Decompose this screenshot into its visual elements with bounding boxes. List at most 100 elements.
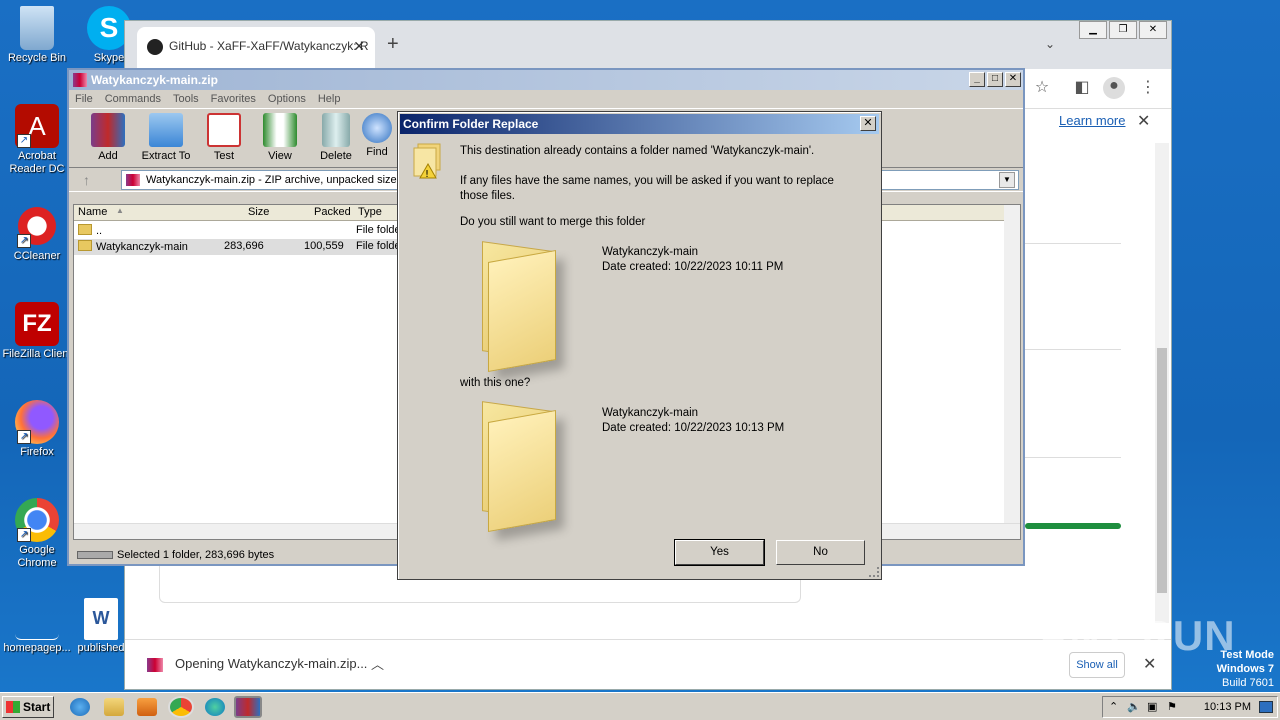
desktop-icon-firefox[interactable]: ↗ Firefox — [0, 400, 74, 459]
firefox-icon: ↗ — [15, 400, 59, 444]
download-item[interactable]: Opening Watykanczyk-main.zip... — [147, 656, 367, 672]
column-packed[interactable]: Packed — [314, 206, 351, 218]
winrar-taskbar-icon[interactable] — [234, 696, 262, 718]
network-icon[interactable]: ▣ — [1147, 697, 1157, 717]
desktop-icon-chrome[interactable]: ↗ Google Chrome — [0, 498, 74, 570]
menu-help[interactable]: Help — [318, 90, 341, 108]
infobar-close-icon[interactable]: ✕ — [1137, 111, 1150, 131]
menu-bar: File Commands Tools Favorites Options He… — [69, 90, 1023, 108]
column-size[interactable]: Size — [248, 206, 269, 218]
menu-options[interactable]: Options — [268, 90, 306, 108]
existing-folder-info: Watykanczyk-main Date created: 10/22/202… — [602, 245, 783, 275]
tray-expand-icon[interactable]: ⌃ — [1109, 697, 1118, 717]
incoming-folder-info: Watykanczyk-main Date created: 10/22/202… — [602, 406, 784, 436]
menu-tools[interactable]: Tools — [173, 90, 199, 108]
anyrun-watermark: ANY RUN — [1038, 612, 1236, 659]
toolbar-label: Add — [98, 150, 118, 162]
close-icon[interactable]: ✕ — [1139, 21, 1167, 39]
status-text: Selected 1 folder, 283,696 bytes — [117, 549, 275, 561]
desktop-icon-filezilla[interactable]: FZ FileZilla Client — [0, 302, 74, 361]
media-player-icon[interactable] — [137, 698, 157, 716]
bookmark-star-icon[interactable]: ☆ — [1031, 77, 1053, 99]
close-tab-icon[interactable]: ✕ — [353, 38, 365, 55]
toolbar-label: Extract To — [141, 150, 191, 162]
menu-file[interactable]: File — [75, 90, 93, 108]
menu-commands[interactable]: Commands — [105, 90, 161, 108]
volume-icon[interactable]: 🔈 — [1127, 697, 1141, 717]
incoming-folder-icon — [482, 401, 592, 532]
download-filename: Opening Watykanczyk-main.zip... — [175, 656, 368, 671]
tab-search-icon[interactable]: ⌄ — [1045, 37, 1055, 51]
chrome-window-controls: ▁ ❐ ✕ — [1077, 21, 1167, 39]
extract-to-button[interactable]: Extract To — [135, 113, 197, 162]
dialog-message: This destination already contains a fold… — [460, 145, 815, 157]
chevron-up-icon[interactable]: ︿ — [371, 654, 384, 673]
add-button[interactable]: Add — [77, 113, 139, 162]
new-tab-icon[interactable]: + — [387, 33, 399, 56]
no-button[interactable]: No — [776, 540, 865, 565]
dialog-question: Do you still want to merge this folder — [460, 216, 646, 228]
ccleaner-icon: ↗ — [15, 204, 59, 248]
folder-up-icon — [78, 224, 92, 235]
side-panel-icon[interactable]: ◧ — [1071, 77, 1093, 99]
maximize-icon[interactable]: □ — [987, 72, 1003, 87]
test-button[interactable]: Test — [193, 113, 255, 162]
profile-icon[interactable]: ● — [1103, 77, 1125, 99]
yes-button[interactable]: Yes — [674, 539, 765, 566]
row-packed: 100,559 — [304, 240, 344, 252]
scrollbar-thumb[interactable] — [1157, 348, 1167, 593]
page-scrollbar[interactable] — [1155, 143, 1169, 623]
zip-file-icon — [147, 657, 163, 672]
start-button[interactable]: Start — [2, 696, 54, 718]
watermark-line: Windows 7 — [1216, 663, 1274, 675]
explorer-folder-icon[interactable] — [104, 698, 124, 716]
dialog-titlebar[interactable]: Confirm Folder Replace ✕ — [400, 114, 879, 134]
up-arrow-icon[interactable]: ↑ — [83, 172, 90, 188]
restore-icon[interactable]: ❐ — [1109, 21, 1137, 39]
action-center-flag-icon[interactable]: ⚑ — [1167, 697, 1177, 717]
find-button[interactable]: Find — [357, 113, 397, 158]
show-desktop-icon[interactable] — [1259, 701, 1273, 713]
view-button[interactable]: View — [249, 113, 311, 162]
chrome-taskbar-icon[interactable] — [168, 696, 194, 718]
extract-folder-icon — [149, 113, 183, 147]
github-icon — [147, 39, 163, 55]
winrar-titlebar[interactable]: Watykanczyk-main.zip _ □ ✕ — [69, 70, 1023, 90]
find-magnifier-icon — [362, 113, 392, 143]
existing-folder-name: Watykanczyk-main — [602, 246, 699, 258]
desktop-icon-label: Acrobat Reader DC — [9, 150, 65, 175]
list-item[interactable]: .. File folde — [74, 223, 404, 239]
filezilla-icon: FZ — [15, 302, 59, 346]
chevron-down-icon[interactable]: ▼ — [999, 172, 1015, 188]
word-doc-icon: W — [84, 598, 118, 640]
column-type[interactable]: Type — [358, 206, 382, 218]
desktop-icon-homepage[interactable]: homepagep... — [0, 600, 74, 655]
menu-dots-icon[interactable]: ⋮ — [1137, 77, 1159, 99]
ie-icon[interactable] — [70, 698, 90, 716]
minimize-icon[interactable]: ▁ — [1079, 21, 1107, 39]
desktop-icon-label: homepagep... — [3, 642, 71, 654]
learn-more-link[interactable]: Learn more — [1059, 113, 1125, 128]
drive-icon — [77, 551, 113, 559]
column-name[interactable]: Name — [78, 206, 107, 218]
confirm-folder-replace-dialog: Confirm Folder Replace ✕ ! This destinat… — [397, 111, 882, 580]
close-icon[interactable]: ✕ — [860, 116, 876, 131]
row-size: 283,696 — [224, 240, 264, 252]
menu-favorites[interactable]: Favorites — [211, 90, 256, 108]
window-title: Watykanczyk-main.zip — [91, 73, 218, 87]
chrome-tab-strip: GitHub - XaFF-XaFF/Watykanczyk: R ✕ + ▁ … — [125, 21, 1171, 69]
system-tray: ⌃ 🔈 ▣ ⚑ 10:13 PM — [1102, 696, 1278, 718]
close-icon[interactable]: ✕ — [1005, 72, 1021, 87]
list-item[interactable]: Watykanczyk-main 283,696 100,559 File fo… — [74, 239, 404, 255]
desktop-icon-acrobat[interactable]: A ↗ Acrobat Reader DC — [0, 104, 74, 176]
tab-title: GitHub - XaFF-XaFF/Watykanczyk: R — [169, 39, 369, 54]
desktop-icon-ccleaner[interactable]: ↗ CCleaner — [0, 204, 74, 263]
clock[interactable]: 10:13 PM — [1204, 697, 1251, 717]
resize-grip[interactable] — [869, 567, 879, 577]
edge-icon[interactable] — [205, 698, 225, 716]
chrome-tab[interactable]: GitHub - XaFF-XaFF/Watykanczyk: R ✕ — [137, 27, 375, 69]
minimize-icon[interactable]: _ — [969, 72, 985, 87]
vertical-scrollbar[interactable] — [1004, 205, 1020, 525]
desktop-icon-recycle-bin[interactable]: Recycle Bin — [0, 6, 74, 65]
toolbar-label: Test — [213, 150, 235, 162]
